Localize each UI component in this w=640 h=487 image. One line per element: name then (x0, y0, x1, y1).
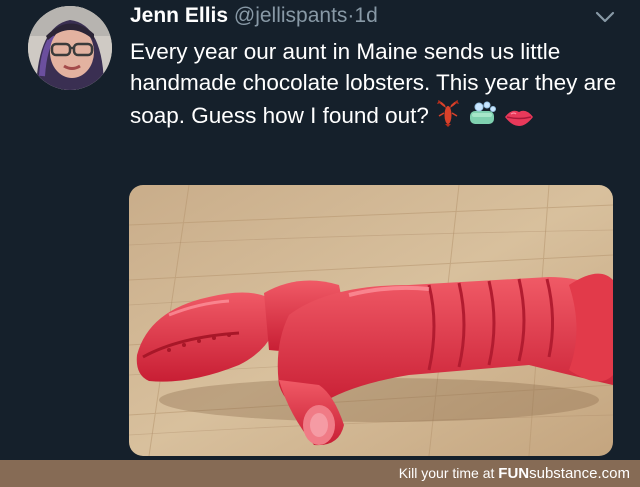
avatar-image (28, 6, 112, 90)
tweet-photo[interactable] (129, 185, 613, 456)
tweet-time[interactable]: 1d (354, 4, 377, 27)
author-handle[interactable]: @jellispants (234, 4, 348, 27)
watermark-footer: Kill your time at FUNsubstance.com (0, 460, 640, 487)
tweet-text: Every year our aunt in Maine sends us li… (130, 39, 617, 128)
lobster-soap-image (129, 185, 613, 456)
tweet-card: Jenn Ellis @jellispants·1d Every year ou… (0, 0, 640, 460)
tweet-text-block: Every year our aunt in Maine sends us li… (130, 36, 620, 136)
lobster-emoji (433, 98, 463, 136)
footer-brand-bold: FUN (498, 465, 530, 482)
footer-brand-rest: substance.com (529, 465, 630, 482)
author-name[interactable]: Jenn Ellis (130, 4, 228, 27)
footer-text[interactable]: Kill your time at FUNsubstance.com (399, 465, 630, 482)
soap-emoji (467, 100, 499, 136)
lips-emoji (503, 105, 535, 136)
chevron-down-icon[interactable] (594, 10, 616, 24)
tweet-header: Jenn Ellis @jellispants·1d (130, 4, 378, 28)
footer-prefix: Kill your time at (398, 465, 499, 481)
avatar[interactable] (28, 6, 112, 90)
